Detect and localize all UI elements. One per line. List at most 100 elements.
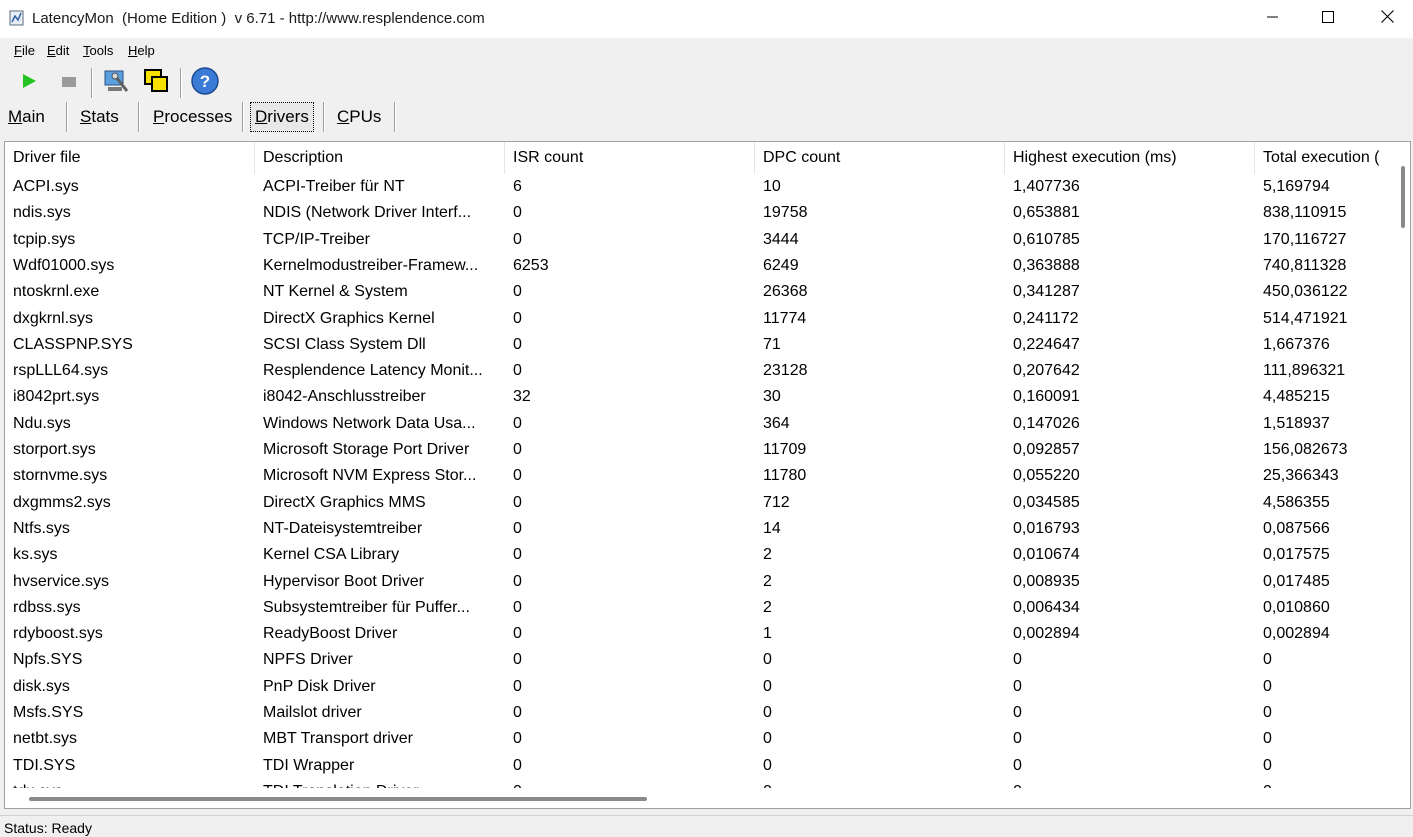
cell-description: Microsoft Storage Port Driver (263, 441, 470, 458)
cell-highest-execution: 0,055220 (1013, 467, 1080, 485)
menu-edit[interactable]: Edit (47, 43, 69, 58)
table-row[interactable]: rspLLL64.sys Resplendence Latency Monit..… (5, 358, 1395, 384)
toolbar-separator (91, 68, 93, 98)
table-row[interactable]: rdyboost.sys ReadyBoost Driver 0 1 0,002894 0… (5, 621, 1395, 647)
tab-main[interactable]: Main (4, 106, 49, 130)
cell-driver-file: Npfs.SYS (13, 651, 83, 669)
tab-stats[interactable]: Stats (76, 106, 123, 130)
cell-isr-count: 6 (513, 178, 522, 195)
tab-separator (138, 102, 140, 132)
latencymon-app-icon (9, 10, 25, 26)
cell-dpc-count: 11774 (763, 309, 807, 327)
minimize-button[interactable] (1243, 0, 1303, 38)
column-header-total-execution[interactable]: Total execution ( (1255, 142, 1395, 174)
help-icon: ? (190, 66, 220, 101)
table-row[interactable]: Msfs.SYS Mailslot driver 0 0 0 0 (5, 700, 1395, 726)
horizontal-scroll-thumb[interactable] (29, 797, 647, 801)
cell-driver-file: storport.sys (13, 441, 96, 458)
cell-isr-count: 0 (513, 730, 522, 748)
cell-description: SCSI Class System Dll (263, 335, 426, 353)
table-row[interactable]: dxgmms2.sys DirectX Graphics MMS 0 712 0,034… (5, 490, 1395, 516)
cell-total-execution: 1,667376 (1263, 335, 1330, 353)
table-row[interactable]: disk.sys PnP Disk Driver 0 0 0 0 (5, 674, 1395, 700)
cell-driver-file: netbt.sys (13, 730, 78, 748)
table-row[interactable]: CLASSPNP.SYS SCSI Class System Dll 0 71 0,22… (5, 332, 1395, 358)
help-button[interactable]: ? (190, 66, 220, 101)
tab-cpus[interactable]: CPUs (333, 106, 385, 130)
cell-isr-count: 0 (513, 704, 522, 721)
cell-isr-count: 0 (513, 519, 522, 537)
column-header-driver-file[interactable]: Driver file (5, 142, 255, 174)
column-header-isr-count[interactable]: ISR count (505, 142, 755, 174)
table-row[interactable]: storport.sys Microsoft Storage Port Drive… (5, 437, 1395, 463)
title-bar: LatencyMon (Home Edition ) v 6.71 - http… (0, 0, 1413, 38)
cell-highest-execution: 0,610785 (1013, 230, 1080, 248)
stop-button[interactable] (54, 67, 84, 99)
cell-description: ReadyBoost Driver (263, 625, 398, 643)
tab-separator (394, 102, 396, 132)
table-row[interactable]: Ndu.sys Windows Network Data Usa... 0 364 0,… (5, 411, 1395, 437)
table-row[interactable]: rdbss.sys Subsystemtreiber für Puffer... 0… (5, 595, 1395, 621)
driver-info-button[interactable] (101, 67, 131, 99)
horizontal-scrollbar[interactable] (5, 788, 1395, 808)
cell-total-execution: 0,017575 (1263, 546, 1330, 564)
cell-description: Windows Network Data Usa... (263, 414, 476, 432)
windows-button[interactable] (141, 67, 171, 99)
column-header-description[interactable]: Description (255, 142, 505, 174)
cell-description: ACPI-Treiber für NT (263, 178, 405, 195)
table-row[interactable]: stornvme.sys Microsoft NVM Express Stor..… (5, 463, 1395, 489)
cell-highest-execution: 0 (1013, 651, 1022, 669)
table-row[interactable]: netbt.sys MBT Transport driver 0 0 0 0 (5, 726, 1395, 752)
table-row[interactable]: ndis.sys NDIS (Network Driver Interf... 0 1… (5, 200, 1395, 226)
start-button[interactable] (14, 67, 44, 99)
computer-wrench-icon (102, 67, 130, 100)
cell-isr-count: 0 (513, 309, 522, 327)
table-row[interactable]: ACPI.sys ACPI-Treiber für NT 6 10 1,407736 5,… (5, 174, 1395, 200)
table-row[interactable]: TDI.SYS TDI Wrapper 0 0 0 0 (5, 753, 1395, 779)
cell-isr-count: 0 (513, 362, 522, 380)
table-row[interactable]: Wdf01000.sys Kernelmodustreiber-Framew...… (5, 253, 1395, 279)
menu-file[interactable]: File (14, 43, 35, 58)
cell-dpc-count: 0 (763, 651, 772, 669)
cell-dpc-count: 2 (763, 572, 772, 590)
cell-total-execution: 0 (1263, 756, 1272, 774)
cell-total-execution: 740,811328 (1263, 256, 1347, 274)
tab-processes[interactable]: Processes (149, 106, 236, 130)
cell-highest-execution: 0 (1013, 730, 1022, 748)
cell-driver-file: rdbss.sys (13, 598, 81, 616)
table-row[interactable]: ntoskrnl.exe NT Kernel & System 0 26368 0,34… (5, 279, 1395, 305)
cell-driver-file: ks.sys (13, 546, 58, 564)
cell-isr-count: 0 (513, 625, 522, 643)
maximize-icon (1322, 10, 1334, 28)
vertical-scrollbar[interactable] (1395, 142, 1410, 788)
cell-driver-file: disk.sys (13, 677, 70, 695)
table-row[interactable]: dxgkrnl.sys DirectX Graphics Kernel 0 11774… (5, 306, 1395, 332)
vertical-scroll-thumb[interactable] (1401, 166, 1405, 228)
maximize-button[interactable] (1298, 0, 1358, 38)
cell-dpc-count: 71 (763, 335, 781, 353)
menu-tools[interactable]: Tools (83, 43, 113, 58)
table-row[interactable]: hvservice.sys Hypervisor Boot Driver 0 2 0,0… (5, 569, 1395, 595)
tab-drivers[interactable]: Drivers (250, 102, 314, 132)
cell-isr-count: 32 (513, 388, 531, 406)
table-row[interactable]: ks.sys Kernel CSA Library 0 2 0,010674 0,0175… (5, 542, 1395, 568)
menu-help[interactable]: Help (128, 43, 155, 58)
cell-isr-count: 0 (513, 598, 522, 616)
column-header-dpc-count[interactable]: DPC count (755, 142, 1005, 174)
cell-highest-execution: 0,006434 (1013, 598, 1080, 616)
drivers-list[interactable]: Driver file Description ISR count DPC co… (4, 141, 1411, 809)
cell-total-execution: 4,586355 (1263, 493, 1330, 511)
table-row[interactable]: Npfs.SYS NPFS Driver 0 0 0 0 (5, 647, 1395, 673)
cell-highest-execution: 0,092857 (1013, 441, 1080, 458)
table-row[interactable]: Ntfs.sys NT-Dateisystemtreiber 0 14 0,016793… (5, 516, 1395, 542)
table-row[interactable]: tcpip.sys TCP/IP-Treiber 0 3444 0,610785 170,… (5, 227, 1395, 253)
cell-total-execution: 0 (1263, 730, 1272, 748)
column-header-highest-execution[interactable]: Highest execution (ms) (1005, 142, 1255, 174)
table-row[interactable]: i8042prt.sys i8042-Anschlusstreiber 32 30 0,… (5, 384, 1395, 410)
close-button[interactable] (1357, 0, 1413, 38)
tab-strip: Main Stats Processes Drivers CPUs (0, 100, 1413, 134)
cell-dpc-count: 3444 (763, 230, 799, 248)
cell-dpc-count: 0 (763, 756, 772, 774)
toolbar-separator (180, 68, 182, 98)
cell-dpc-count: 2 (763, 598, 772, 616)
